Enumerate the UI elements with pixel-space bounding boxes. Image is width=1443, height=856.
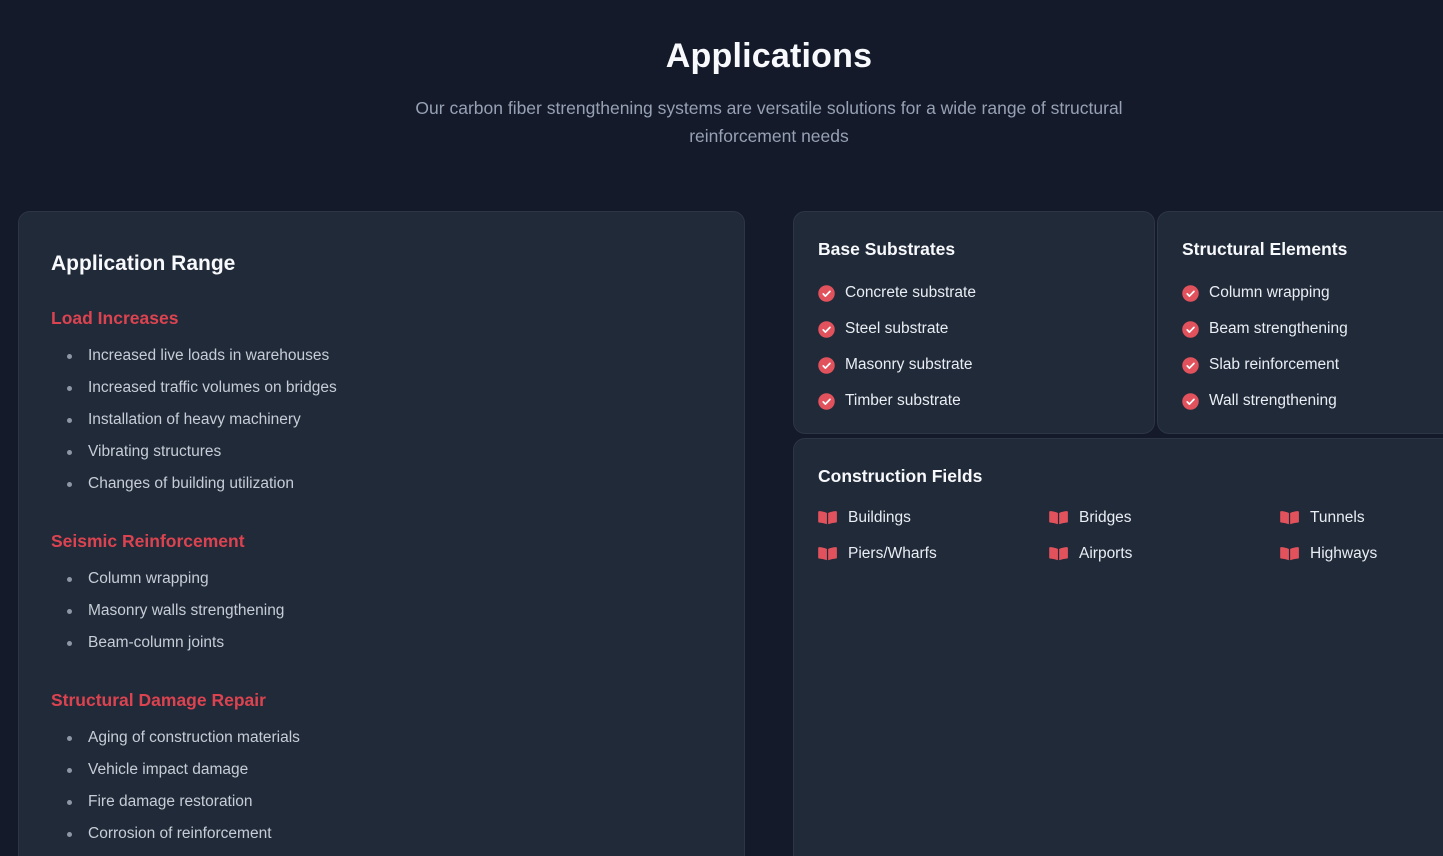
range-list-item: Fire damage restoration — [51, 786, 712, 818]
page-title: Applications — [18, 34, 1443, 78]
application-range-section: Structural Damage Repair Aging of constr… — [51, 689, 712, 850]
construction-field-label: Tunnels — [1310, 509, 1365, 527]
check-item-label: Masonry substrate — [845, 356, 973, 374]
application-range-section: Seismic Reinforcement Column wrapping Ma… — [51, 530, 712, 659]
check-circle-icon — [818, 393, 835, 410]
check-item: Concrete substrate — [818, 275, 1130, 311]
structural-elements-list: Column wrapping Beam strengthening — [1182, 275, 1443, 419]
application-range-card: Application Range Load Increases Increas… — [18, 211, 745, 856]
construction-field-item: Airports — [1049, 536, 1280, 572]
right-column: Base Substrates Concrete substrate — [793, 211, 1443, 856]
construction-field-label: Bridges — [1079, 509, 1132, 527]
check-circle-icon — [818, 357, 835, 374]
range-section-list: Aging of construction materials Vehicle … — [51, 722, 712, 850]
base-substrates-card: Base Substrates Concrete substrate — [793, 211, 1155, 434]
book-open-icon — [1049, 546, 1068, 563]
structural-elements-title: Structural Elements — [1182, 238, 1443, 261]
range-section-heading: Structural Damage Repair — [51, 689, 712, 712]
construction-field-item: Tunnels — [1280, 500, 1443, 536]
application-range-section: Load Increases Increased live loads in w… — [51, 307, 712, 500]
base-substrates-title: Base Substrates — [818, 238, 1130, 261]
check-item: Masonry substrate — [818, 347, 1130, 383]
range-list-item: Vibrating structures — [51, 436, 712, 468]
construction-field-item: Highways — [1280, 536, 1443, 572]
structural-elements-card: Structural Elements Column wrapping — [1157, 211, 1443, 434]
range-list-item: Corrosion of reinforcement — [51, 818, 712, 850]
check-item: Slab reinforcement — [1182, 347, 1443, 383]
check-item-label: Column wrapping — [1209, 284, 1330, 302]
check-item: Wall strengthening — [1182, 383, 1443, 419]
range-list-item: Changes of building utilization — [51, 468, 712, 500]
construction-field-label: Piers/Wharfs — [848, 545, 937, 563]
range-list-item: Column wrapping — [51, 563, 712, 595]
check-item-label: Steel substrate — [845, 320, 948, 338]
range-list-item: Beam-column joints — [51, 627, 712, 659]
range-section-list: Column wrapping Masonry walls strengthen… — [51, 563, 712, 659]
check-circle-icon — [818, 321, 835, 338]
construction-field-item: Bridges — [1049, 500, 1280, 536]
base-substrates-list: Concrete substrate Steel substrate — [818, 275, 1130, 419]
construction-field-item: Buildings — [818, 500, 1049, 536]
range-section-heading: Load Increases — [51, 307, 712, 330]
application-range-title: Application Range — [51, 250, 712, 277]
construction-field-item: Piers/Wharfs — [818, 536, 1049, 572]
application-range-sections: Load Increases Increased live loads in w… — [51, 307, 712, 850]
check-circle-icon — [1182, 321, 1199, 338]
construction-fields-grid: Buildings Bridges — [818, 500, 1443, 572]
content-grid: Application Range Load Increases Increas… — [18, 211, 1443, 856]
check-circle-icon — [1182, 285, 1199, 302]
book-open-icon — [1280, 546, 1299, 563]
range-list-item: Vehicle impact damage — [51, 754, 712, 786]
book-open-icon — [1049, 510, 1068, 527]
range-list-item: Masonry walls strengthening — [51, 595, 712, 627]
book-open-icon — [818, 510, 837, 527]
check-item: Column wrapping — [1182, 275, 1443, 311]
check-item-label: Wall strengthening — [1209, 392, 1337, 410]
range-section-heading: Seismic Reinforcement — [51, 530, 712, 553]
construction-field-label: Airports — [1079, 545, 1132, 563]
check-item-label: Slab reinforcement — [1209, 356, 1339, 374]
check-circle-icon — [1182, 357, 1199, 374]
substrates-elements-row: Base Substrates Concrete substrate — [793, 211, 1443, 434]
check-circle-icon — [1182, 393, 1199, 410]
construction-field-label: Highways — [1310, 545, 1377, 563]
range-list-item: Increased traffic volumes on bridges — [51, 372, 712, 404]
check-item-label: Concrete substrate — [845, 284, 976, 302]
range-list-item: Installation of heavy machinery — [51, 404, 712, 436]
construction-fields-title: Construction Fields — [818, 465, 1443, 488]
construction-field-label: Buildings — [848, 509, 911, 527]
check-item-label: Beam strengthening — [1209, 320, 1348, 338]
check-circle-icon — [818, 285, 835, 302]
range-list-item: Increased live loads in warehouses — [51, 340, 712, 372]
range-list-item: Aging of construction materials — [51, 722, 712, 754]
check-item: Steel substrate — [818, 311, 1130, 347]
range-section-list: Increased live loads in warehouses Incre… — [51, 340, 712, 500]
construction-fields-card: Construction Fields Buildings — [793, 438, 1443, 856]
book-open-icon — [818, 546, 837, 563]
check-item-label: Timber substrate — [845, 392, 961, 410]
applications-section: Applications Our carbon fiber strengthen… — [18, 0, 1443, 856]
check-item: Beam strengthening — [1182, 311, 1443, 347]
book-open-icon — [1280, 510, 1299, 527]
page-subtitle: Our carbon fiber strengthening systems a… — [397, 94, 1142, 150]
check-item: Timber substrate — [818, 383, 1130, 419]
section-header: Applications Our carbon fiber strengthen… — [18, 0, 1443, 150]
